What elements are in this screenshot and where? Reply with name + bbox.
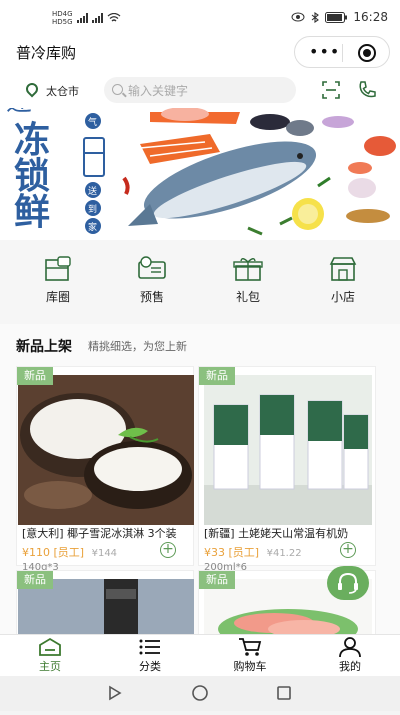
headset-icon <box>338 572 358 594</box>
user-icon <box>339 637 361 657</box>
search-input[interactable]: 输入关键字 <box>104 77 296 103</box>
battery-icon <box>325 11 348 23</box>
signal-icon-2 <box>91 13 103 23</box>
section-title: 新品上架 <box>16 339 72 355</box>
category-label: 库圈 <box>45 290 70 304</box>
recent-apps-icon <box>277 686 291 700</box>
eye-icon <box>291 12 305 22</box>
system-nav-icons <box>109 685 291 701</box>
phone-icon[interactable] <box>357 80 377 100</box>
price-tag: [员工] <box>53 546 85 559</box>
product-card[interactable]: 新品 <box>198 366 376 566</box>
new-badge: 新品 <box>199 367 235 385</box>
list-icon <box>139 639 160 655</box>
tab-label: 我的 <box>339 660 361 673</box>
original-price: ¥144 <box>91 548 118 559</box>
product-price-1: ¥110 [员工] ¥144 <box>22 544 117 560</box>
price-tag: [员工] <box>228 546 260 559</box>
promo-banner[interactable]: 速 冻 锁 鲜 气 送 到 家 <box>0 108 400 240</box>
location-icon[interactable] <box>23 80 41 98</box>
price: ¥110 <box>22 546 50 559</box>
search-row: 太仓市 输入关键字 <box>0 72 400 108</box>
banner-illustration: 速 冻 锁 鲜 气 送 到 家 <box>6 108 396 236</box>
system-nav-bar <box>0 676 400 711</box>
banner-char-1: 冻 <box>14 120 50 161</box>
target-icon[interactable] <box>358 44 376 62</box>
crate-icon <box>45 256 71 281</box>
banner-badge-4: 家 <box>88 221 97 233</box>
product-image-milk <box>204 375 372 525</box>
shop-icon <box>329 257 357 281</box>
price: ¥33 <box>204 546 225 559</box>
category-item-presale[interactable]: 预售 <box>112 256 192 305</box>
banner-char-3: 鲜 <box>14 192 50 233</box>
status-right: 16:28 <box>291 10 388 24</box>
wifi-icon <box>107 13 120 22</box>
capsule-divider <box>342 44 343 62</box>
home-icon <box>39 637 61 656</box>
banner-char-2: 锁 <box>14 156 50 197</box>
hd-tag: HD <box>52 10 63 18</box>
5g-tag: 5G <box>62 18 73 26</box>
section-subtitle: 精挑细选，为您上新 <box>88 340 187 353</box>
new-badge: 新品 <box>17 571 53 589</box>
status-bar: HD4G HD5G 16:28 <box>0 0 400 34</box>
category-item-gift[interactable]: 礼包 <box>208 256 288 305</box>
tab-label: 分类 <box>139 660 161 673</box>
banner-badge-3: 到 <box>88 203 97 215</box>
ticket-icon <box>138 256 166 279</box>
category-label: 预售 <box>139 290 164 304</box>
scan-icon[interactable] <box>322 81 340 99</box>
tab-cart[interactable]: 购物车 <box>200 637 300 674</box>
search-placeholder: 输入关键字 <box>128 84 189 98</box>
product-card[interactable]: 新品 <box>16 366 194 566</box>
customer-service-button[interactable] <box>327 566 369 600</box>
mini-program-capsule: ••• <box>294 36 390 68</box>
tab-home[interactable]: 主页 <box>0 637 100 674</box>
location-label[interactable]: 太仓市 <box>46 83 79 99</box>
banner-text-partial: 速 <box>6 108 32 117</box>
product-price-2: ¥33 [员工] ¥41.22 <box>204 544 302 560</box>
category-label: 小店 <box>330 290 355 304</box>
category-item-shop[interactable]: 小店 <box>303 256 383 305</box>
new-badge: 新品 <box>199 571 235 589</box>
home-nav-icon <box>192 685 208 701</box>
hd-tag-2: HD <box>52 18 63 26</box>
status-left: HD4G HD5G <box>52 10 121 26</box>
tab-label: 主页 <box>39 660 61 673</box>
network-tags: HD4G HD5G <box>52 10 73 26</box>
clock: 16:28 <box>353 10 388 24</box>
search-icon <box>112 84 123 95</box>
tab-category[interactable]: 分类 <box>100 637 200 674</box>
new-badge: 新品 <box>17 367 53 385</box>
add-to-cart-button[interactable]: + <box>160 542 176 558</box>
product-image-icecream <box>18 375 194 525</box>
app-header: 普冷库购 ••• <box>0 34 400 72</box>
bottom-tab-bar: 主页 分类 购物车 我的 <box>0 634 400 676</box>
more-icon[interactable]: ••• <box>309 44 340 60</box>
cart-icon <box>239 638 262 656</box>
add-to-cart-button[interactable]: + <box>340 542 356 558</box>
banner-badge-2: 送 <box>88 185 97 197</box>
tab-mine[interactable]: 我的 <box>300 637 400 674</box>
bluetooth-icon <box>312 11 320 23</box>
original-price: ¥41.22 <box>266 548 302 559</box>
page-title: 普冷库购 <box>16 44 77 62</box>
tab-label: 购物车 <box>233 660 267 673</box>
gift-icon <box>233 258 263 281</box>
banner-badge-1: 气 <box>88 116 97 128</box>
back-icon <box>109 685 122 701</box>
4g-tag: 4G <box>62 10 73 18</box>
category-item-kuquan[interactable]: 库圈 <box>18 256 98 305</box>
category-grid: 库圈 预售 礼包 小店 <box>0 240 400 324</box>
category-label: 礼包 <box>235 290 260 304</box>
product-card[interactable]: 新品 <box>16 570 194 634</box>
signal-icon <box>76 13 88 23</box>
